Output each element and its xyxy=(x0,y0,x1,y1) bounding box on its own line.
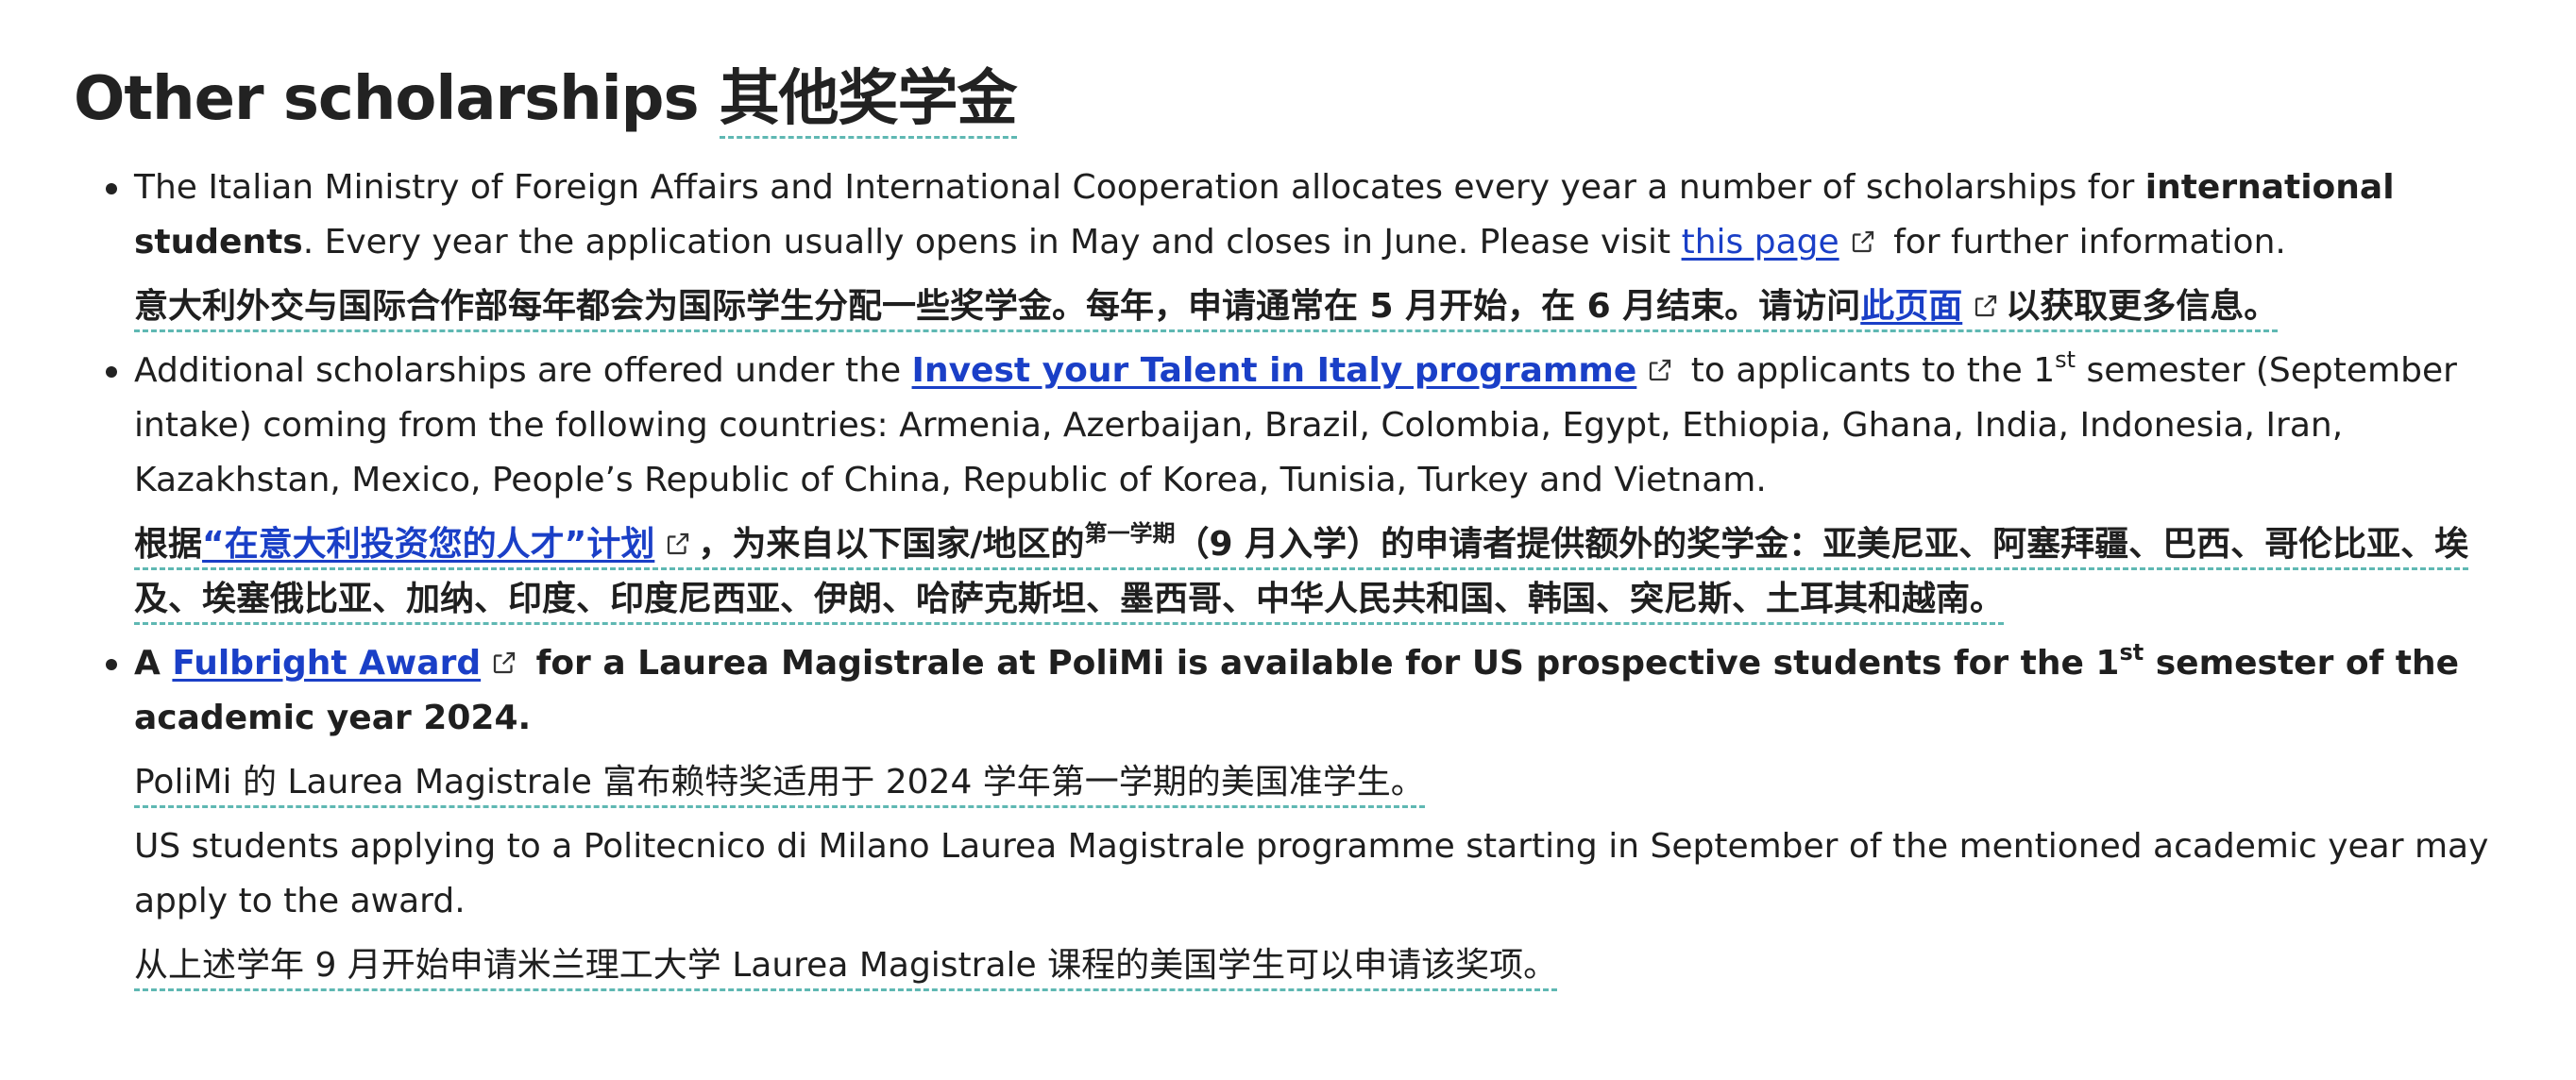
list-item: A Fulbright Award for a Laurea Magistral… xyxy=(106,636,2519,993)
ordinal-superscript: st xyxy=(2119,639,2144,666)
this-page-link-zh[interactable]: 此页面 xyxy=(1860,287,1962,326)
external-link-icon xyxy=(490,649,518,677)
item-3-chinese-detail: 从上述学年 9 月开始申请米兰理工大学 Laurea Magistrale 课程… xyxy=(134,938,2519,993)
page: Other scholarships 其他奖学金 The Italian Mini… xyxy=(0,0,2576,1080)
invest-your-talent-link-zh[interactable]: “在意大利投资您的人才”计划 xyxy=(202,525,654,564)
page-title: Other scholarships 其他奖学金 xyxy=(74,59,2519,140)
item-1-english-text: The Italian Ministry of Foreign Affairs … xyxy=(134,168,2395,262)
invest-your-talent-link[interactable]: Invest your Talent in Italy programme xyxy=(912,351,1637,390)
page-title-en: Other scholarships xyxy=(74,64,700,134)
first-semester-superscript: 第一学期 xyxy=(1084,520,1176,547)
external-link-icon xyxy=(1972,292,2000,320)
page-title-zh: 其他奖学金 xyxy=(719,64,1018,139)
item-3-english-text: A Fulbright Award for a Laurea Magistral… xyxy=(134,639,2460,737)
external-link-icon xyxy=(664,530,692,558)
fulbright-award-link[interactable]: Fulbright Award xyxy=(172,644,481,683)
scholarship-list: The Italian Ministry of Foreign Affairs … xyxy=(74,160,2519,993)
ordinal-superscript: st xyxy=(2055,346,2076,373)
item-2-chinese-translation: 根据“在意大利投资您的人才”计划 ，为来自以下国家/地区的第一学期（9 月入学）的… xyxy=(134,517,2519,627)
list-item: The Italian Ministry of Foreign Affairs … xyxy=(106,160,2519,334)
this-page-link[interactable]: this page xyxy=(1682,223,1839,262)
external-link-icon xyxy=(1646,356,1674,384)
list-item: Additional scholarships are offered unde… xyxy=(106,344,2519,627)
item-2-english-text: Additional scholarships are offered unde… xyxy=(134,346,2457,499)
item-1-chinese-translation: 意大利外交与国际合作部每年都会为国际学生分配一些奖学金。每年，申请通常在 5 月… xyxy=(134,279,2519,334)
item-3-chinese-translation: PoliMi 的 Laurea Magistrale 富布赖特奖适用于 2024… xyxy=(134,755,2519,810)
external-link-icon xyxy=(1849,228,1877,256)
item-3-english-detail: US students applying to a Politecnico di… xyxy=(134,827,2489,920)
